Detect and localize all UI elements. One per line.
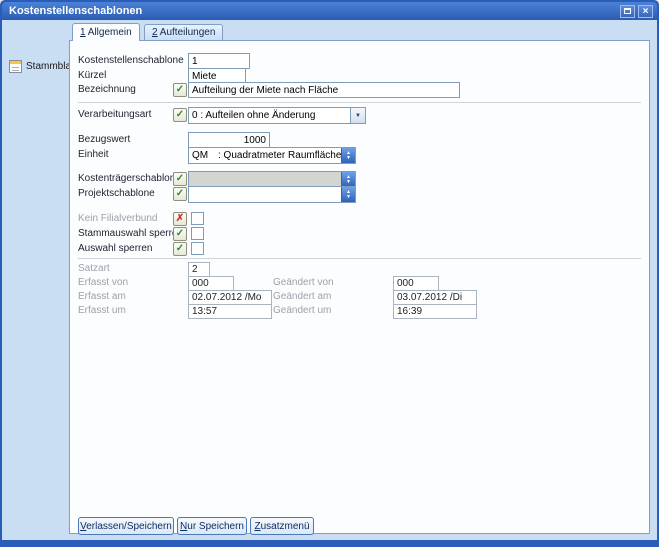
kostenstellenschablone-label: Kostenstellenschablone: [78, 54, 184, 68]
kuerzel-label: Kürzel: [78, 69, 106, 83]
erfasst-am-label: Erfasst am: [78, 290, 126, 304]
verarbeitungsart-select[interactable]: 0 : Aufteilen ohne Änderung ▼: [188, 107, 366, 124]
separator: [78, 258, 641, 259]
erfasst-von-label: Erfasst von: [78, 276, 128, 290]
kostentraegerschablone-check-button[interactable]: ✓: [173, 172, 187, 186]
verarbeitungsart-value: 0 : Aufteilen ohne Änderung: [189, 108, 350, 123]
auswahl-sperren-label: Auswahl sperren: [78, 242, 152, 256]
kostentraegerschablone-value: [189, 172, 341, 187]
check-icon: ✓: [176, 228, 184, 240]
tab-allgemein-label: 1 Allgemein: [80, 27, 132, 38]
projektschablone-select[interactable]: ▲ ▼: [188, 186, 356, 203]
form-row-projektschablone: Projektschablone ✓ ▲ ▼: [70, 186, 649, 203]
close-button[interactable]: ×: [638, 5, 653, 18]
form-row-auswahl-sperren: Auswahl sperren ✓: [70, 241, 649, 258]
kein-filialverbund-toggle-button[interactable]: ✗: [173, 212, 187, 226]
kostenstellenschablone-input[interactable]: [188, 53, 250, 69]
check-icon: ✓: [176, 243, 184, 255]
restore-icon: [624, 8, 631, 14]
tab-aufteilungen-label: 2 Aufteilungen: [152, 27, 215, 38]
verlassen-speichern-label: Verlassen/Speichern: [80, 521, 172, 532]
form-row-einheit: Einheit QM : Quadratmeter Raumfläche ▲ ▼: [70, 147, 649, 164]
titlebar[interactable]: Kostenstellenschablonen ×: [2, 2, 657, 20]
select-arrows-icon[interactable]: ▲ ▼: [341, 187, 355, 202]
stammauswahl-sperren-checkbox[interactable]: [191, 227, 204, 240]
auswahl-sperren-toggle-button[interactable]: ✓: [173, 242, 187, 256]
einheit-select[interactable]: QM : Quadratmeter Raumfläche ▲ ▼: [188, 147, 356, 164]
bezugswert-label: Bezugswert: [78, 133, 130, 147]
verarbeitungsart-label: Verarbeitungsart: [78, 108, 151, 122]
nur-speichern-label: Nur Speichern: [180, 521, 244, 532]
nur-speichern-button[interactable]: Nur Speichern: [177, 517, 247, 535]
form-row-verarbeitungsart: Verarbeitungsart ✓ 0 : Aufteilen ohne Än…: [70, 107, 649, 124]
kostentraegerschablone-label: Kostenträgerschablone: [78, 172, 181, 186]
check-icon: ✓: [176, 173, 184, 185]
arrow-down-icon: ▼: [346, 195, 351, 200]
auswahl-sperren-checkbox[interactable]: [191, 242, 204, 255]
einheit-code: QM: [189, 148, 215, 163]
stammauswahl-sperren-toggle-button[interactable]: ✓: [173, 227, 187, 241]
projektschablone-label: Projektschablone: [78, 187, 155, 201]
select-arrows-icon[interactable]: ▲ ▼: [341, 148, 355, 163]
form-row-erfasst-um: Erfasst um 13:57 Geändert um 16:39: [70, 303, 649, 320]
zusatzmenue-button[interactable]: Zusatzmenü: [250, 517, 314, 535]
restore-button[interactable]: [620, 5, 635, 18]
bezeichnung-check-button[interactable]: ✓: [173, 83, 187, 97]
form-row-bezeichnung: Bezeichnung ✓: [70, 82, 649, 99]
erfasst-um-value: 13:57: [188, 304, 272, 319]
form-panel: Kostenstellenschablone Kürzel Bezeichnun…: [69, 40, 650, 534]
zusatzmenue-label: Zusatzmenü: [254, 521, 309, 532]
select-arrows-icon[interactable]: ▲ ▼: [341, 172, 355, 187]
tab-aufteilungen[interactable]: 2 Aufteilungen: [144, 24, 223, 40]
verarbeitungsart-check-button[interactable]: ✓: [173, 108, 187, 122]
bezeichnung-label: Bezeichnung: [78, 83, 136, 97]
arrow-down-icon: ▼: [346, 180, 351, 185]
satzart-label: Satzart: [78, 262, 110, 276]
sidebar-item-stammblatt[interactable]: Stammblatt: [9, 60, 77, 73]
arrow-down-icon: ▼: [346, 156, 351, 161]
projektschablone-check-button[interactable]: ✓: [173, 187, 187, 201]
geaendert-um-value: 16:39: [393, 304, 477, 319]
geaendert-um-label: Geändert um: [273, 304, 331, 318]
projektschablone-value: [189, 187, 341, 202]
check-icon: ✓: [176, 84, 184, 96]
erfasst-um-label: Erfasst um: [78, 304, 126, 318]
einheit-value: : Quadratmeter Raumfläche: [215, 148, 341, 163]
check-icon: ✓: [176, 188, 184, 200]
dropdown-arrow-icon[interactable]: ▼: [350, 108, 365, 123]
stammblatt-icon: [9, 60, 22, 73]
separator: [78, 102, 641, 103]
check-icon: ✓: [176, 109, 184, 121]
bezeichnung-input[interactable]: [188, 82, 460, 98]
close-icon: ×: [643, 6, 649, 17]
kein-filialverbund-checkbox[interactable]: [191, 212, 204, 225]
verlassen-speichern-button[interactable]: Verlassen/Speichern: [78, 517, 174, 535]
kostenstellenschablonen-window: Kostenstellenschablonen × Stammblatt 1 A…: [0, 0, 659, 547]
kein-filialverbund-label: Kein Filialverbund: [78, 212, 158, 226]
einheit-label: Einheit: [78, 148, 109, 162]
stammauswahl-sperren-label: Stammauswahl sperren: [78, 227, 183, 241]
bezugswert-input[interactable]: [188, 132, 270, 148]
geaendert-am-label: Geändert am: [273, 290, 331, 304]
cross-icon: ✗: [176, 213, 184, 225]
window-title: Kostenstellenschablonen: [9, 5, 617, 17]
tab-allgemein[interactable]: 1 Allgemein: [72, 23, 140, 41]
geaendert-von-label: Geändert von: [273, 276, 334, 290]
